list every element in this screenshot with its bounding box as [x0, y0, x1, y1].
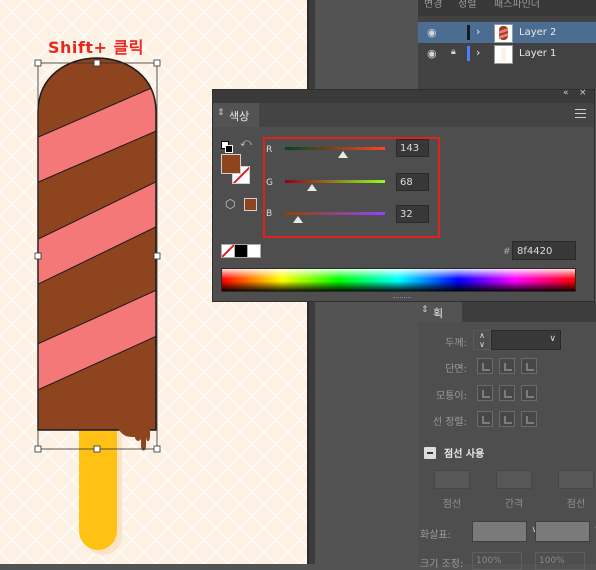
channel-r-thumb[interactable]: [338, 151, 348, 158]
dashed-line-label: 점선 사용: [444, 449, 485, 460]
layers-panel: 변경 정렬 패스파인더 ◉ › Layer 2 ◉ 🔒︎ › Layer 1: [418, 0, 596, 90]
tab-align[interactable]: 정렬: [458, 0, 476, 10]
stroke-panel: ⇕ 획 두께: ∧ ∨ ∨ 단면: 모퉁이: 선 정렬: 점선 사용 점선 간격 …: [418, 302, 596, 570]
color-panel: « × ⇕ 색상 ⤺ ⬡ R 143 G 68 B 32 # 8f4420: [212, 88, 595, 302]
weight-select[interactable]: ∨: [491, 330, 561, 350]
out-of-gamut-icon[interactable]: ⬡: [225, 197, 235, 211]
round-cap-button[interactable]: [499, 358, 515, 374]
layer-color-bar: [467, 25, 470, 40]
handle-top-left[interactable]: [34, 59, 42, 67]
layer-color-bar: [467, 46, 470, 61]
scale-label: 크기 조정:: [420, 559, 464, 570]
align-center-button[interactable]: [477, 411, 493, 427]
channel-b-thumb[interactable]: [293, 216, 303, 223]
eye-icon[interactable]: ◉: [427, 47, 437, 60]
gap-1-label: 간격: [504, 499, 524, 510]
handle-bottom-right[interactable]: [153, 445, 161, 453]
collapse-icon[interactable]: «: [563, 88, 569, 98]
stroke-panel-tabrow: ⇕ 획: [418, 302, 596, 322]
start-scale-input[interactable]: 100%: [472, 552, 522, 570]
tab-stroke[interactable]: ⇕ 획: [418, 302, 462, 322]
popsicle-body[interactable]: [20, 40, 170, 440]
channel-b-track[interactable]: [285, 212, 385, 215]
resize-grip[interactable]: [393, 297, 411, 301]
layer-thumbnail: [494, 24, 513, 43]
layer-name[interactable]: Layer 1: [519, 48, 556, 59]
bevel-join-button[interactable]: [521, 385, 537, 401]
layer-thumbnail: [494, 45, 513, 64]
align-outside-button[interactable]: [521, 411, 537, 427]
hex-input[interactable]: 8f4420: [512, 241, 576, 260]
weight-stepper[interactable]: ∧ ∨: [473, 330, 491, 350]
dashed-line-checkbox[interactable]: [424, 447, 436, 459]
miter-join-button[interactable]: [477, 385, 493, 401]
tab-pathfinder[interactable]: 패스파인더: [494, 0, 540, 10]
weight-label: 두께:: [445, 338, 467, 349]
start-arrowhead-select[interactable]: ∨: [472, 521, 538, 542]
eye-icon[interactable]: ◉: [427, 26, 437, 39]
cap-label: 단면:: [445, 364, 467, 375]
chevron-right-icon[interactable]: ›: [476, 46, 480, 59]
gap-1-input[interactable]: [496, 470, 532, 489]
lock-icon[interactable]: 🔒︎: [451, 47, 456, 57]
chevron-right-icon[interactable]: ›: [476, 25, 480, 38]
end-scale-input[interactable]: 100%: [535, 552, 585, 570]
channel-g-track[interactable]: [285, 180, 385, 183]
channel-g-thumb[interactable]: [307, 184, 317, 191]
dash-1-label: 점선: [442, 499, 462, 510]
handle-middle-left[interactable]: [34, 252, 42, 260]
layers-panel-tabs: 변경 정렬 패스파인더: [418, 0, 596, 16]
none-swatch[interactable]: [221, 244, 235, 258]
tab-transform[interactable]: 변경: [424, 0, 442, 10]
chevron-down-icon: ∨: [549, 334, 556, 344]
handle-bottom-left[interactable]: [34, 445, 42, 453]
swap-fill-stroke-icon[interactable]: ⤺: [240, 136, 252, 150]
updown-icon: ⇕: [421, 305, 429, 315]
channel-r-label: R: [266, 145, 273, 155]
hex-prefix: #: [503, 247, 511, 257]
channel-b-label: B: [266, 209, 273, 219]
default-fill-stroke-icon[interactable]: [221, 138, 233, 153]
tab-color[interactable]: ⇕ 색상: [213, 103, 259, 127]
dash-1-input[interactable]: [434, 470, 470, 489]
shift-click-annotation: Shift+ 클릭: [48, 38, 144, 57]
channel-b-value[interactable]: 32: [396, 205, 429, 223]
black-swatch[interactable]: [234, 244, 248, 258]
arrowheads-label: 화살표:: [420, 530, 451, 541]
projecting-cap-button[interactable]: [521, 358, 537, 374]
panel-menu-icon[interactable]: [575, 109, 586, 118]
channel-r-track[interactable]: [285, 147, 385, 150]
layer-row-layer-2[interactable]: ◉ › Layer 2: [418, 22, 596, 43]
color-spectrum[interactable]: [221, 268, 576, 292]
round-join-button[interactable]: [499, 385, 515, 401]
fill-swatch[interactable]: [221, 154, 241, 174]
handle-top-center[interactable]: [93, 59, 101, 67]
handle-bottom-center[interactable]: [93, 445, 101, 453]
dash-2-input[interactable]: [558, 470, 594, 489]
corner-label: 모퉁이:: [436, 391, 467, 402]
white-swatch[interactable]: [247, 244, 261, 258]
handle-middle-right[interactable]: [153, 252, 161, 260]
butt-cap-button[interactable]: [477, 358, 493, 374]
align-stroke-label: 선 정렬:: [432, 417, 467, 428]
color-panel-titlebar[interactable]: « ×: [213, 88, 594, 103]
layer-row-layer-1[interactable]: ◉ 🔒︎ › Layer 1: [418, 43, 596, 64]
web-safe-swatch[interactable]: [244, 198, 257, 211]
end-arrowhead-select[interactable]: ∨: [535, 521, 596, 542]
handle-top-right[interactable]: [153, 59, 161, 67]
tab-stroke-label: 획: [433, 307, 444, 320]
dash-2-label: 점선: [566, 499, 586, 510]
channel-g-label: G: [266, 178, 273, 188]
tab-color-label: 색상: [229, 110, 250, 123]
close-icon[interactable]: ×: [579, 88, 587, 98]
layer-name[interactable]: Layer 2: [519, 27, 556, 38]
channel-r-value[interactable]: 143: [396, 139, 429, 157]
align-inside-button[interactable]: [499, 411, 515, 427]
updown-icon: ⇕: [217, 108, 225, 118]
channel-g-value[interactable]: 68: [396, 173, 429, 191]
color-panel-tabrow: ⇕ 색상: [213, 103, 594, 127]
